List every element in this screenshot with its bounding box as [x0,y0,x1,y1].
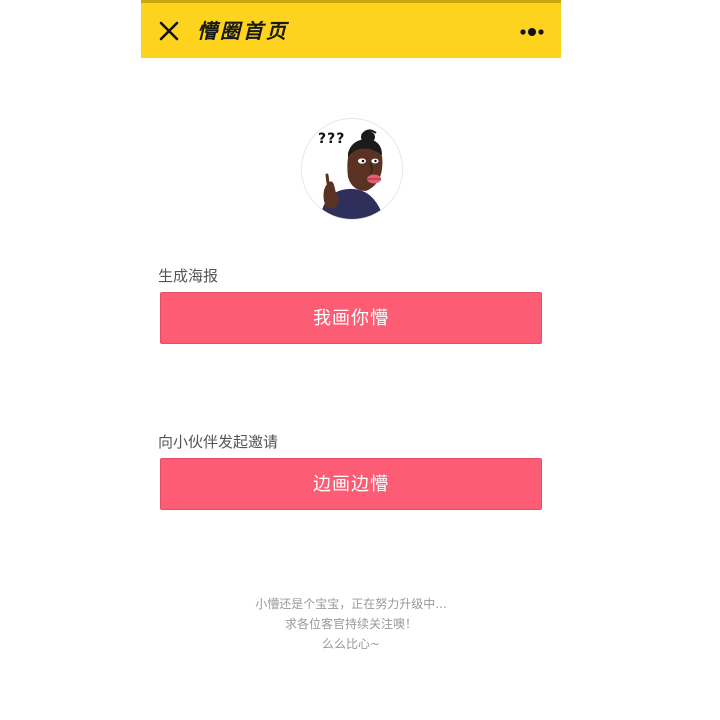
footer-line-2: 求各位客官持续关注噢！ [284,617,417,631]
avatar-question-marks: ??? [318,131,346,147]
footer-message: 小懵还是个宝宝，正在努力升级中... 求各位客官持续关注噢！ 么么比心~ [141,594,561,654]
footer-line-3: 么么比心~ [321,637,381,651]
draw-you-guess-button[interactable]: 我画你懵 [160,292,542,344]
page-title: 懵圈首页 [197,19,289,43]
footer-line-1: 小懵还是个宝宝，正在努力升级中... [255,597,447,611]
draw-and-guess-button[interactable]: 边画边懵 [160,458,542,510]
section-label-poster: 生成海报 [158,267,219,285]
mini-program-page: 懵圈首页 ??? 生成海报 我画你懵 向小伙伴发起邀请 边画边懵 小懵还是个宝宝… [141,0,561,720]
close-icon [159,21,179,41]
more-options-button[interactable] [517,21,547,43]
section-label-invite: 向小伙伴发起邀请 [158,433,279,451]
more-dots-icon [520,28,544,36]
avatar: ??? [301,118,403,220]
top-navigation-bar: 懵圈首页 [141,0,561,58]
close-button[interactable] [155,17,183,45]
cartoon-character-avatar-image [320,129,384,219]
